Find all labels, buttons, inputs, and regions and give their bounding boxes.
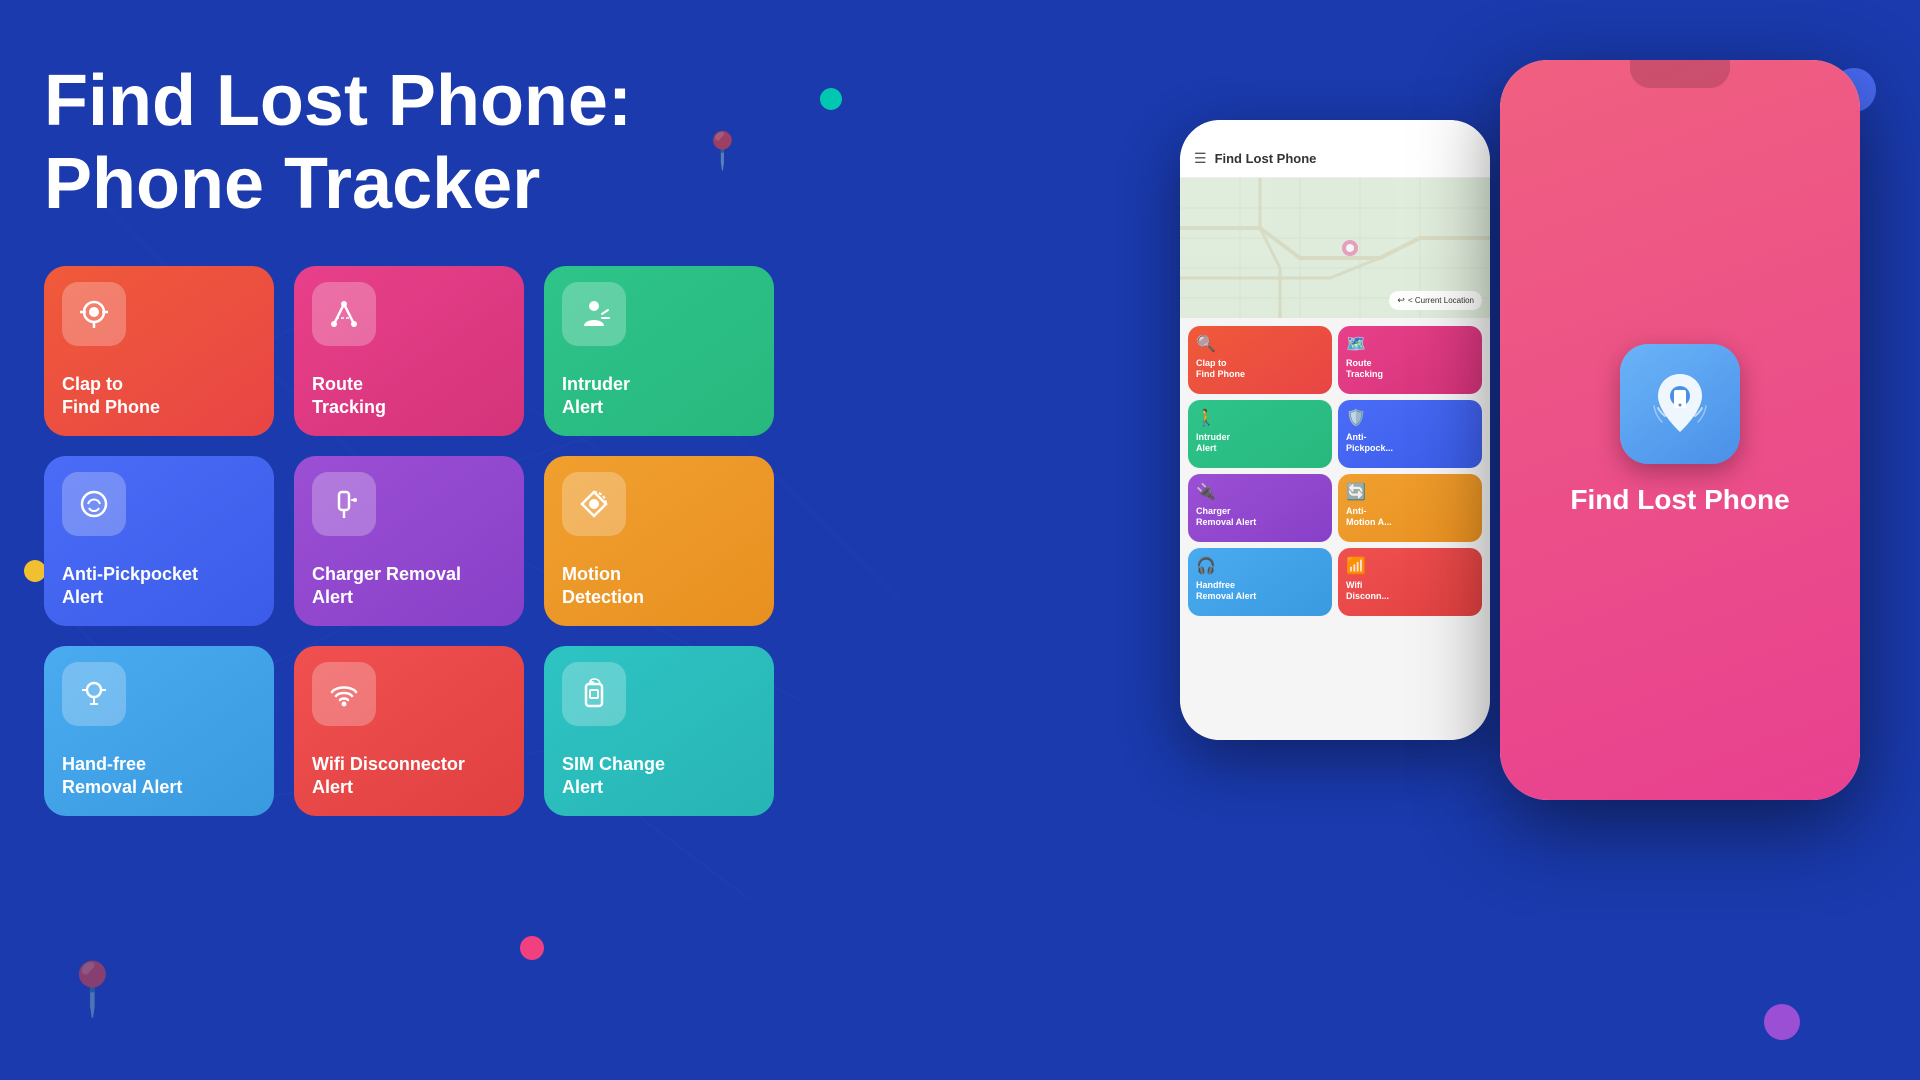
app-icon-large xyxy=(1620,344,1740,464)
phone-left: ☰ Find Lost Phone xyxy=(1180,120,1490,740)
mini-wifi-label: WifiDisconn... xyxy=(1346,580,1474,602)
mini-card-antipickpocket[interactable]: 🛡️ Anti-Pickpock... xyxy=(1338,400,1482,468)
feature-card-wifi-disconnector[interactable]: Wifi DisconnectorAlert xyxy=(294,646,524,816)
motion-detection-label: MotionDetection xyxy=(562,563,644,610)
mini-route-icon: 🗺️ xyxy=(1346,334,1474,354)
motion-detection-icon xyxy=(562,472,626,536)
mini-antipickpocket-icon: 🛡️ xyxy=(1346,408,1474,428)
mini-card-route[interactable]: 🗺️ RouteTracking xyxy=(1338,326,1482,394)
mini-handfree-label: HandfreeRemoval Alert xyxy=(1196,580,1324,602)
feature-card-anti-pickpocket[interactable]: Anti-PickpocketAlert xyxy=(44,456,274,626)
mini-intruder-label: IntruderAlert xyxy=(1196,432,1324,454)
anti-pickpocket-icon xyxy=(62,472,126,536)
mini-charger-icon: 🔌 xyxy=(1196,482,1324,502)
deco-circle-pink xyxy=(520,936,544,960)
mini-clap-label: Clap toFind Phone xyxy=(1196,358,1324,380)
mini-card-clap[interactable]: 🔍 Clap toFind Phone xyxy=(1188,326,1332,394)
feature-card-clap-find[interactable]: Clap toFind Phone xyxy=(44,266,274,436)
feature-card-charger-removal[interactable]: Charger RemovalAlert xyxy=(294,456,524,626)
feature-card-motion-detection[interactable]: MotionDetection xyxy=(544,456,774,626)
mini-motion-icon: 🔄 xyxy=(1346,482,1474,502)
route-tracking-icon xyxy=(312,282,376,346)
mini-intruder-icon: 🚶 xyxy=(1196,408,1324,428)
sim-change-label: SIM ChangeAlert xyxy=(562,753,665,800)
deco-circle-teal xyxy=(820,88,842,110)
mini-motion-label: Anti-Motion A... xyxy=(1346,506,1474,528)
mini-clap-icon: 🔍 xyxy=(1196,334,1324,354)
phone-right: Find Lost Phone xyxy=(1500,60,1860,800)
deco-circle-purple xyxy=(1764,1004,1800,1040)
splash-title: Find Lost Phone xyxy=(1570,484,1789,516)
feature-card-route-tracking[interactable]: RouteTracking xyxy=(294,266,524,436)
deco-circle-yellow xyxy=(24,560,46,582)
mini-handfree-icon: 🎧 xyxy=(1196,556,1324,576)
feature-card-intruder-alert[interactable]: IntruderAlert xyxy=(544,266,774,436)
mini-card-motion[interactable]: 🔄 Anti-Motion A... xyxy=(1338,474,1482,542)
deco-pin-bottom: 📍 xyxy=(60,959,125,1020)
intruder-alert-label: IntruderAlert xyxy=(562,373,630,420)
feature-card-sim-change[interactable]: SIM ChangeAlert xyxy=(544,646,774,816)
mini-card-handfree[interactable]: 🎧 HandfreeRemoval Alert xyxy=(1188,548,1332,616)
phone-left-notch xyxy=(1295,120,1375,142)
feature-grid: Clap toFind Phone RouteTracking xyxy=(44,266,804,816)
clap-find-label: Clap toFind Phone xyxy=(62,373,160,420)
left-content-area: Find Lost Phone: Phone Tracker Clap toFi… xyxy=(44,60,804,816)
app-header-title: Find Lost Phone xyxy=(1215,151,1317,166)
sim-change-icon xyxy=(562,662,626,726)
mini-wifi-icon: 📶 xyxy=(1346,556,1474,576)
app-map-area: ↩ < Current Location xyxy=(1180,178,1490,318)
mini-charger-label: ChargerRemoval Alert xyxy=(1196,506,1324,528)
wifi-disconnector-icon xyxy=(312,662,376,726)
feature-card-handfree-removal[interactable]: Hand-freeRemoval Alert xyxy=(44,646,274,816)
mini-route-label: RouteTracking xyxy=(1346,358,1474,380)
handfree-removal-icon xyxy=(62,662,126,726)
route-tracking-label: RouteTracking xyxy=(312,373,386,420)
phones-area: ☰ Find Lost Phone xyxy=(1180,60,1860,960)
app-mini-grid: 🔍 Clap toFind Phone 🗺️ RouteTracking 🚶 I… xyxy=(1180,318,1490,624)
intruder-alert-icon xyxy=(562,282,626,346)
hamburger-icon: ☰ xyxy=(1194,150,1207,167)
main-title: Find Lost Phone: Phone Tracker xyxy=(44,60,804,226)
mini-card-charger[interactable]: 🔌 ChargerRemoval Alert xyxy=(1188,474,1332,542)
charger-removal-icon xyxy=(312,472,376,536)
phone-right-notch xyxy=(1630,60,1730,88)
mini-antipickpocket-label: Anti-Pickpock... xyxy=(1346,432,1474,454)
mini-card-intruder[interactable]: 🚶 IntruderAlert xyxy=(1188,400,1332,468)
wifi-disconnector-label: Wifi DisconnectorAlert xyxy=(312,753,465,800)
handfree-removal-label: Hand-freeRemoval Alert xyxy=(62,753,182,800)
current-location-btn[interactable]: ↩ < Current Location xyxy=(1389,291,1482,310)
charger-removal-label: Charger RemovalAlert xyxy=(312,563,461,610)
anti-pickpocket-label: Anti-PickpocketAlert xyxy=(62,563,198,610)
clap-find-icon xyxy=(62,282,126,346)
mini-card-wifi[interactable]: 📶 WifiDisconn... xyxy=(1338,548,1482,616)
